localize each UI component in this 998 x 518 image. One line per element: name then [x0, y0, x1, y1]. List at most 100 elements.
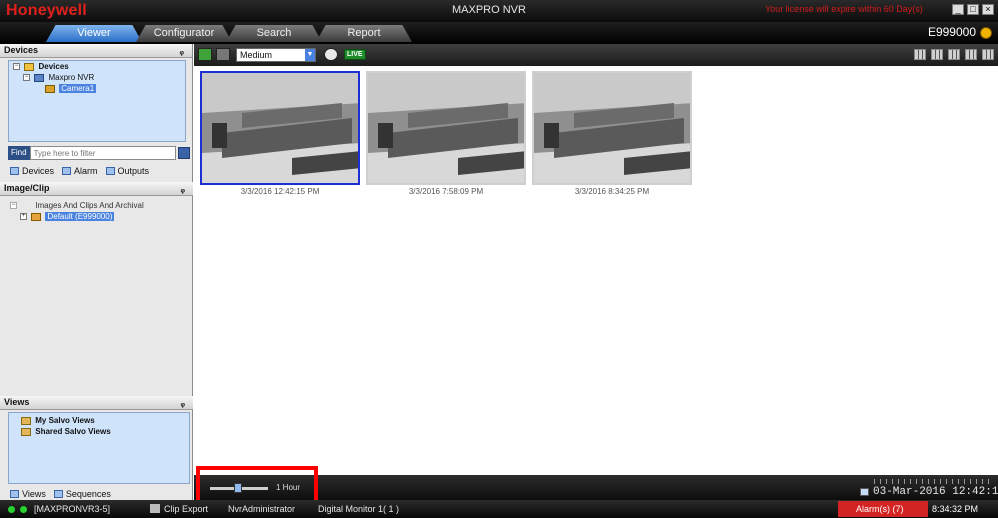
- viewer-toolbar: Medium ▼ LIVE: [194, 44, 998, 66]
- maximize-icon[interactable]: □: [967, 4, 979, 15]
- snapshot-icon[interactable]: [324, 48, 338, 61]
- tab-configurator[interactable]: Configurator: [136, 25, 232, 42]
- collapse-icon[interactable]: −: [13, 63, 20, 71]
- outputs-icon: [105, 166, 115, 175]
- tree-label-devices: Devices: [38, 62, 69, 71]
- layout-more-icon[interactable]: [982, 49, 994, 60]
- layout-2x2-icon[interactable]: [914, 49, 926, 60]
- highlight-box: [196, 466, 318, 504]
- view-item-my-salvo[interactable]: My Salvo Views: [9, 415, 189, 426]
- live-button[interactable]: LIVE: [344, 49, 366, 60]
- chevron-down-icon[interactable]: ▼: [305, 49, 315, 61]
- window-controls: _ □ ×: [952, 4, 994, 15]
- tree-label-default: Default (E999000): [45, 212, 115, 221]
- timeline-bar: 1 Hour 03-Mar-2016 12:42:1: [194, 466, 998, 504]
- status-time: 8:34:32 PM: [932, 504, 979, 514]
- tree-node-camera[interactable]: Camera1: [9, 83, 185, 94]
- pin-icon[interactable]: ᵩ: [181, 397, 185, 410]
- views-subtabs: Views Sequences: [0, 487, 193, 500]
- user-id: E999000: [927, 25, 976, 39]
- sequences-icon: [53, 489, 63, 498]
- video-area: 3/3/2016 12:42:15 PM 3/3/2016 7:58:09 PM…: [194, 66, 998, 475]
- monitor-name: Digital Monitor 1( 1 ): [318, 504, 400, 514]
- quality-select[interactable]: Medium ▼: [236, 48, 316, 62]
- layout-3x3-icon[interactable]: [931, 49, 943, 60]
- thumbnail-timestamp: 3/3/2016 7:58:09 PM: [408, 187, 484, 196]
- camera-frame-image: [202, 73, 358, 183]
- minimize-icon[interactable]: _: [952, 4, 964, 15]
- subtab-views[interactable]: Views: [10, 489, 46, 499]
- quality-value: Medium: [240, 50, 273, 60]
- timeline-datetime: 03-Mar-2016 12:42:1: [873, 486, 998, 498]
- subtab-outputs[interactable]: Outputs: [105, 165, 150, 176]
- find-row: Find: [8, 146, 190, 160]
- subtab-views-label: Views: [22, 488, 46, 499]
- video-thumbnail[interactable]: [200, 71, 360, 185]
- expand-icon[interactable]: +: [20, 213, 27, 221]
- tree-node-default[interactable]: + Default (E999000): [8, 211, 144, 222]
- subtab-outputs-label: Outputs: [117, 165, 150, 176]
- pin-icon[interactable]: ᵩ: [181, 183, 185, 196]
- video-thumbnail[interactable]: [366, 71, 526, 185]
- user-icon[interactable]: [980, 27, 992, 39]
- video-thumbnail[interactable]: [532, 71, 692, 185]
- alarm-button[interactable]: Alarm(s) (7): [838, 501, 928, 517]
- tree-label-nvr: Maxpro NVR: [48, 73, 95, 82]
- thumbnail-timestamp: 3/3/2016 8:34:25 PM: [574, 187, 650, 196]
- layout-4x4-icon[interactable]: [948, 49, 960, 60]
- view-item-shared-salvo[interactable]: Shared Salvo Views: [9, 426, 189, 437]
- thumbnail-timestamp: 3/3/2016 12:42:15 PM: [240, 187, 320, 196]
- tab-report[interactable]: Report: [316, 25, 412, 42]
- back-arrow-icon[interactable]: [198, 48, 212, 61]
- view-label-shared-salvo: Shared Salvo Views: [35, 427, 111, 436]
- image-clip-title: Image/Clip: [4, 183, 50, 193]
- tree-label-archive: Images And Clips And Archival: [35, 201, 144, 210]
- salvo-view-icon: [21, 416, 31, 425]
- collapse-icon[interactable]: −: [10, 202, 17, 210]
- view-label-my-salvo: My Salvo Views: [35, 416, 95, 425]
- filter-input[interactable]: [29, 146, 176, 160]
- tree-node-devices[interactable]: − Devices: [9, 61, 185, 72]
- tab-viewer[interactable]: Viewer: [46, 25, 142, 42]
- subtab-alarm[interactable]: Alarm: [62, 166, 98, 176]
- camera-frame-image: [534, 73, 690, 183]
- close-icon[interactable]: ×: [982, 4, 994, 15]
- camera-frame-image: [368, 73, 524, 183]
- folder-icon: [31, 212, 42, 221]
- devices-icon: [10, 166, 19, 175]
- layout-custom-icon[interactable]: [965, 49, 977, 60]
- tree-label-camera: Camera1: [59, 84, 97, 93]
- window-title: MAXPRO NVR: [452, 4, 526, 16]
- image-clip-header: Image/Clip ᵩ: [0, 182, 193, 196]
- filter-button[interactable]: [178, 147, 190, 159]
- status-online-icon: [8, 506, 15, 513]
- find-label: Find: [8, 146, 30, 160]
- views-tree: My Salvo Views Shared Salvo Views: [8, 412, 190, 484]
- subtab-devices[interactable]: Devices: [10, 166, 54, 176]
- salvo-view-icon: [21, 427, 31, 436]
- nvr-icon: [34, 73, 45, 82]
- tree-node-nvr[interactable]: − Maxpro NVR: [9, 72, 185, 83]
- export-icon: [150, 504, 160, 513]
- status-bar: [MAXPRONVR3-5] Clip Export NvrAdministra…: [0, 500, 998, 518]
- server-name: [MAXPRONVR3-5]: [34, 504, 111, 514]
- timeline-ticks[interactable]: [874, 479, 994, 484]
- toolbar-button[interactable]: [216, 48, 230, 61]
- subtab-sequences-label: Sequences: [65, 488, 111, 499]
- status-online-icon: [20, 506, 27, 513]
- views-icon: [10, 489, 19, 498]
- tab-search[interactable]: Search: [226, 25, 322, 42]
- alarm-icon: [62, 166, 72, 175]
- pin-icon[interactable]: ᵩ: [180, 45, 184, 58]
- subtab-alarm-label: Alarm: [74, 165, 98, 176]
- user-name: NvrAdministrator: [228, 504, 296, 514]
- tree-node-archive[interactable]: − Images And Clips And Archival: [8, 200, 144, 211]
- subtab-devices-label: Devices: [22, 165, 55, 176]
- calendar-icon[interactable]: [860, 488, 869, 496]
- left-panel: Devices ᵩ − Devices − Maxpro NVR Camera1…: [0, 44, 193, 500]
- clip-export-button[interactable]: Clip Export: [164, 504, 208, 514]
- collapse-icon[interactable]: −: [23, 74, 30, 82]
- subtab-sequences[interactable]: Sequences: [53, 488, 111, 499]
- devices-subtabs: Devices Alarm Outputs: [0, 164, 193, 177]
- brand-logo: Honeywell: [6, 2, 87, 19]
